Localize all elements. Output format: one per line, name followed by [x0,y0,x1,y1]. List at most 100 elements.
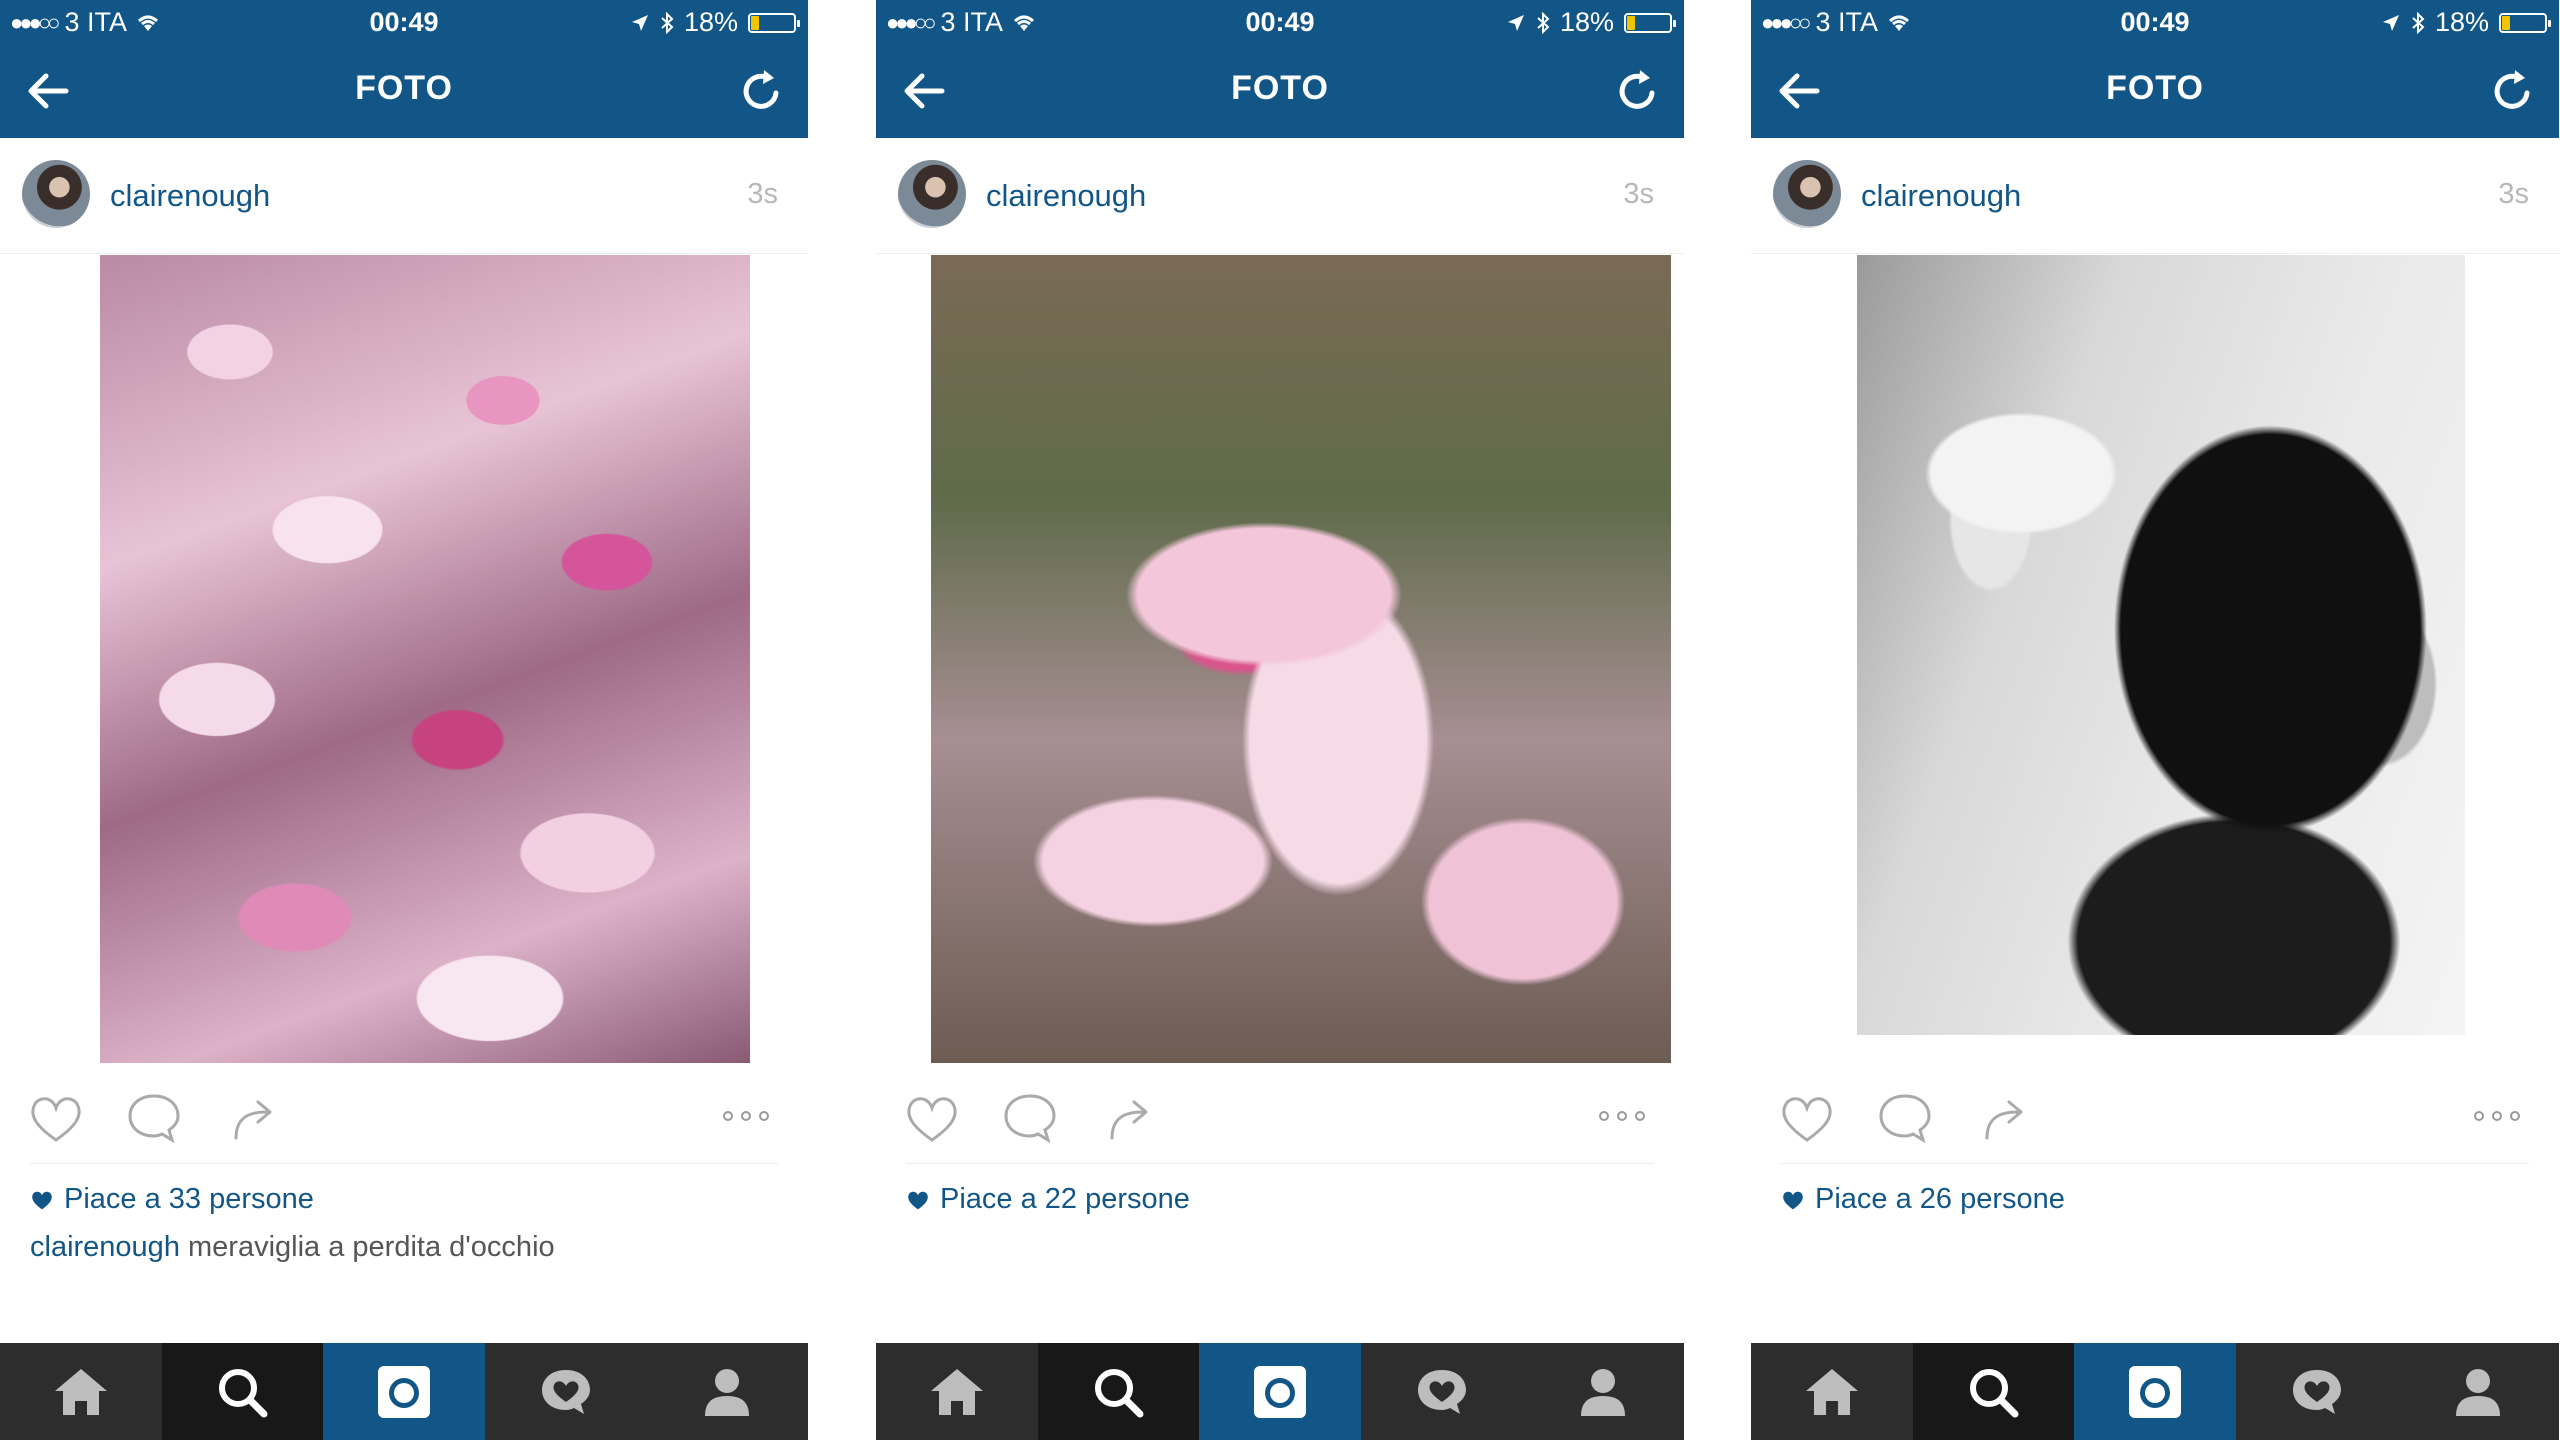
battery-percent: 18% [683,7,738,37]
tab-search[interactable] [1912,1343,2075,1440]
status-bar: ●●●○○ 3 ITA 00:49 18% [876,0,1684,44]
profile-icon [2456,1368,2501,1416]
small-heart-icon [908,1191,928,1209]
post-username[interactable]: clairenough [1861,178,2021,214]
post-timestamp: 3s [2498,178,2529,210]
tab-activity[interactable] [485,1343,647,1440]
share-icon[interactable] [226,1090,286,1146]
tab-profile[interactable] [646,1343,808,1440]
tab-bar [0,1343,808,1440]
tab-activity[interactable] [2236,1343,2398,1440]
tab-bar [876,1343,1684,1440]
battery-icon [748,12,800,33]
battery-icon [1624,12,1676,33]
battery-icon [2499,12,2551,33]
camera-icon [2128,1365,2181,1418]
post-photo[interactable] [100,255,750,1063]
divider [1781,1163,2529,1164]
phone-screen-3: ●●●○○ 3 ITA 00:49 18% FOTO clairenough 3s… [1751,0,2559,1440]
page-title: FOTO [355,69,453,107]
likes-count[interactable]: Piace a 22 persone [906,1183,1190,1216]
post-actions [876,1080,1684,1170]
tab-profile[interactable] [1522,1343,1684,1440]
search-icon [219,1368,268,1417]
likes-label: Piace a 33 persone [64,1183,314,1215]
post-photo[interactable] [1857,255,2465,1035]
likes-label: Piace a 26 persone [1815,1183,2065,1215]
location-icon [1507,14,1524,31]
likes-label: Piace a 22 persone [940,1183,1190,1215]
post-header: clairenough 3s [1751,138,2559,254]
status-bar: ●●●○○ 3 ITA 00:49 18% [0,0,808,44]
tab-search[interactable] [1037,1343,1200,1440]
bluetooth-icon [1537,11,1550,34]
likes-count[interactable]: Piace a 33 persone [30,1183,314,1216]
status-bar: ●●●○○ 3 ITA 00:49 18% [1751,0,2559,44]
comment-icon[interactable] [124,1090,184,1146]
tab-search[interactable] [161,1343,324,1440]
caption-username[interactable]: clairenough [30,1231,180,1263]
tab-home[interactable] [1751,1343,1913,1440]
small-heart-icon [1783,1191,1803,1209]
more-options-icon[interactable] [2469,1106,2529,1126]
share-icon[interactable] [1102,1090,1162,1146]
divider [30,1163,778,1164]
tab-camera[interactable] [323,1343,485,1440]
tab-camera[interactable] [1199,1343,1361,1440]
search-icon [1095,1368,1144,1417]
more-options-icon[interactable] [718,1106,778,1126]
like-heart-icon[interactable] [26,1090,86,1146]
battery-percent: 18% [2434,7,2489,37]
refresh-icon[interactable] [736,66,786,116]
post-photo[interactable] [931,255,1671,1063]
comment-icon[interactable] [1000,1090,1060,1146]
page-title: FOTO [2106,69,2204,107]
tab-bar [1751,1343,2559,1440]
phone-screen-1: ●●●○○ 3 ITA 00:49 18% FOTO clairenough 3s… [0,0,808,1440]
home-icon [930,1368,983,1415]
post-caption: clairenough meraviglia a perdita d'occhi… [30,1231,555,1264]
share-icon[interactable] [1977,1090,2037,1146]
avatar[interactable] [898,160,966,228]
profile-icon [1581,1368,1626,1416]
avatar[interactable] [1773,160,1841,228]
post-header: clairenough 3s [876,138,1684,254]
divider [906,1163,1654,1164]
post-timestamp: 3s [747,178,778,210]
bluetooth-icon [2412,11,2425,34]
post-actions [0,1080,808,1170]
tab-camera[interactable] [2074,1343,2236,1440]
likes-count[interactable]: Piace a 26 persone [1781,1183,2065,1216]
home-icon [54,1368,107,1415]
location-icon [631,14,648,31]
post-actions [1751,1080,2559,1170]
activity-icon [541,1369,590,1414]
location-icon [2382,14,2399,31]
bluetooth-icon [661,11,674,34]
refresh-icon[interactable] [1612,66,1662,116]
tab-home[interactable] [876,1343,1038,1440]
small-heart-icon [32,1191,52,1209]
battery-percent: 18% [1559,7,1614,37]
post-username[interactable]: clairenough [110,178,270,214]
profile-icon [705,1368,750,1416]
page-title: FOTO [1231,69,1329,107]
nav-bar: FOTO [0,44,808,138]
tab-profile[interactable] [2397,1343,2559,1440]
comment-icon[interactable] [1875,1090,1935,1146]
avatar[interactable] [22,160,90,228]
nav-bar: FOTO [1751,44,2559,138]
like-heart-icon[interactable] [1777,1090,1837,1146]
refresh-icon[interactable] [2487,66,2537,116]
like-heart-icon[interactable] [902,1090,962,1146]
more-options-icon[interactable] [1594,1106,1654,1126]
camera-icon [377,1365,430,1418]
phone-screen-2: ●●●○○ 3 ITA 00:49 18% FOTO clairenough 3s… [876,0,1684,1440]
tab-activity[interactable] [1361,1343,1523,1440]
home-icon [1805,1368,1858,1415]
tab-home[interactable] [0,1343,162,1440]
nav-bar: FOTO [876,44,1684,138]
post-username[interactable]: clairenough [986,178,1146,214]
post-timestamp: 3s [1623,178,1654,210]
search-icon [1970,1368,2019,1417]
